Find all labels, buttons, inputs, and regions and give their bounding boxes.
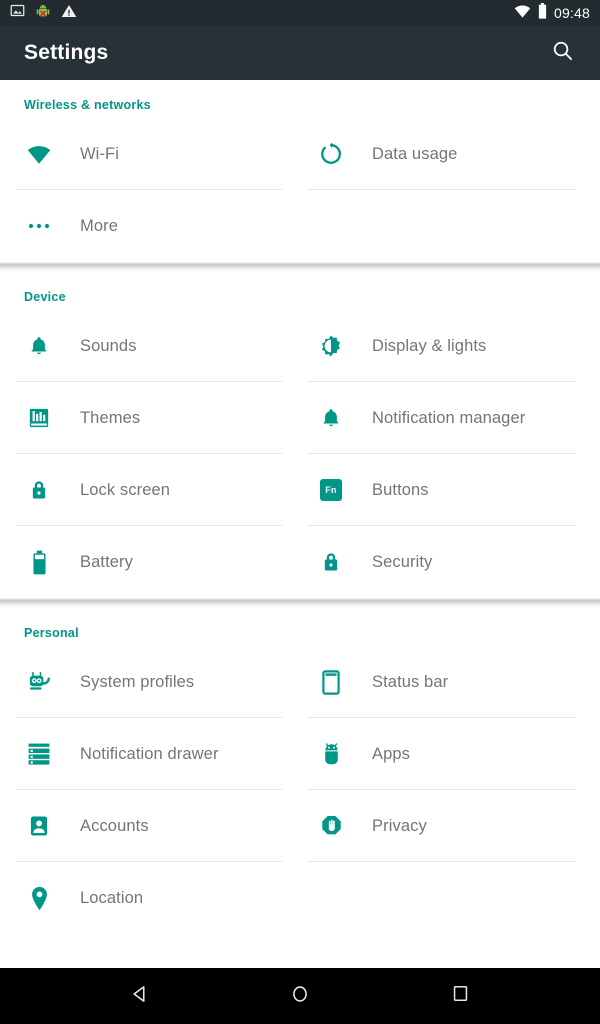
settings-tile-label: Accounts (80, 816, 149, 835)
themes-icon (24, 403, 54, 433)
section-header: Device (24, 290, 66, 304)
settings-tile[interactable]: Lock screen (0, 454, 300, 526)
settings-tile[interactable]: Apps (300, 718, 600, 790)
settings-tile[interactable]: Accounts (0, 790, 300, 862)
settings-tile[interactable]: Status bar (300, 646, 600, 718)
fn-key-icon: Fn (316, 475, 346, 505)
settings-grid: Sounds Display & lights Themes Notification… (0, 310, 600, 598)
recents-square-icon (451, 984, 470, 1008)
data-usage-icon (316, 139, 346, 169)
recents-button[interactable] (430, 968, 490, 1024)
settings-tile[interactable]: Security (300, 526, 600, 598)
settings-tile-label: Wi-Fi (80, 144, 119, 163)
action-bar: Settings (0, 26, 600, 80)
battery-icon (538, 2, 547, 24)
settings-tile-label: Notification drawer (80, 744, 219, 763)
settings-tile[interactable]: Privacy (300, 790, 600, 862)
home-button[interactable] (270, 968, 330, 1024)
settings-tile[interactable]: Display & lights (300, 310, 600, 382)
settings-tile[interactable]: More (0, 190, 300, 262)
settings-tile-empty (300, 862, 600, 934)
status-bar: 09:48 (0, 0, 600, 26)
section-separator (0, 262, 600, 272)
status-bar-right-icons: 09:48 (514, 2, 590, 24)
section-separator (0, 598, 600, 608)
settings-tile[interactable]: Data usage (300, 118, 600, 190)
settings-grid: Wi-Fi Data usage More (0, 118, 600, 262)
settings-tile-empty (300, 190, 600, 262)
page-title: Settings (24, 41, 109, 64)
settings-tile[interactable]: Notification drawer (0, 718, 300, 790)
status-bar-clock: 09:48 (553, 5, 590, 21)
search-button[interactable] (542, 33, 582, 73)
brightness-icon (316, 331, 346, 361)
settings-tile-label: Location (80, 888, 144, 907)
more-dots-icon (24, 211, 54, 241)
status-bar-left-icons (10, 3, 77, 24)
bell-icon (316, 403, 346, 433)
lock-icon (316, 547, 346, 577)
settings-tile-label: Sounds (80, 336, 137, 355)
settings-tile-label: System profiles (80, 672, 195, 691)
settings-tile-label: Display & lights (372, 336, 487, 355)
settings-section: Wireless & networks Wi-Fi Data usage More (0, 80, 600, 262)
section-header: Personal (24, 626, 79, 640)
person-badge-icon (24, 811, 54, 841)
back-button[interactable] (110, 968, 170, 1024)
settings-tile-label: Apps (372, 744, 411, 763)
back-triangle-icon (130, 984, 150, 1009)
settings-screen: 09:48 Settings Wireless & networks Wi-Fi D… (0, 0, 600, 1024)
home-circle-icon (290, 984, 310, 1009)
settings-section: Personal System profiles Status bar Notific… (0, 608, 600, 934)
wifi-icon (514, 4, 531, 23)
lock-icon (24, 475, 54, 505)
wifi-icon (24, 139, 54, 169)
settings-tile-label: More (80, 216, 118, 235)
phone-outline-icon (316, 667, 346, 697)
settings-tile-label: Notification manager (372, 408, 526, 427)
settings-tile-label: Themes (80, 408, 141, 427)
settings-tile[interactable]: Sounds (0, 310, 300, 382)
bell-icon (24, 331, 54, 361)
warning-triangle-icon (61, 3, 77, 24)
section-header: Wireless & networks (24, 98, 151, 112)
settings-tile-label: Battery (80, 552, 133, 571)
settings-tile-label: Security (372, 552, 433, 571)
settings-content[interactable]: Wireless & networks Wi-Fi Data usage More De… (0, 80, 600, 968)
settings-grid: System profiles Status bar Notification dr… (0, 646, 600, 934)
search-icon (551, 39, 574, 67)
settings-tile-label: Data usage (372, 144, 458, 163)
settings-tile-label: Status bar (372, 672, 449, 691)
settings-tile[interactable]: Fn Buttons (300, 454, 600, 526)
battery-icon (24, 547, 54, 577)
notification-list-icon (24, 739, 54, 769)
android-head-icon (316, 739, 346, 769)
fn-key-glyph: Fn (320, 479, 342, 501)
settings-section: Device Sounds Display & lights Themes Notifi… (0, 272, 600, 598)
settings-tile[interactable]: System profiles (0, 646, 300, 718)
settings-tile[interactable]: Battery (0, 526, 300, 598)
settings-tile-label: Lock screen (80, 480, 171, 499)
settings-tile-label: Privacy (372, 816, 427, 835)
cid-robot-icon (24, 667, 54, 697)
settings-tile[interactable]: Wi-Fi (0, 118, 300, 190)
settings-tile[interactable]: Themes (0, 382, 300, 454)
navigation-bar (0, 968, 600, 1024)
image-icon (10, 3, 25, 23)
android-bug-icon (35, 3, 51, 24)
settings-tile[interactable]: Location (0, 862, 300, 934)
settings-tile[interactable]: Notification manager (300, 382, 600, 454)
map-pin-icon (24, 883, 54, 913)
settings-tile-label: Buttons (372, 480, 429, 499)
privacy-hand-icon (316, 811, 346, 841)
